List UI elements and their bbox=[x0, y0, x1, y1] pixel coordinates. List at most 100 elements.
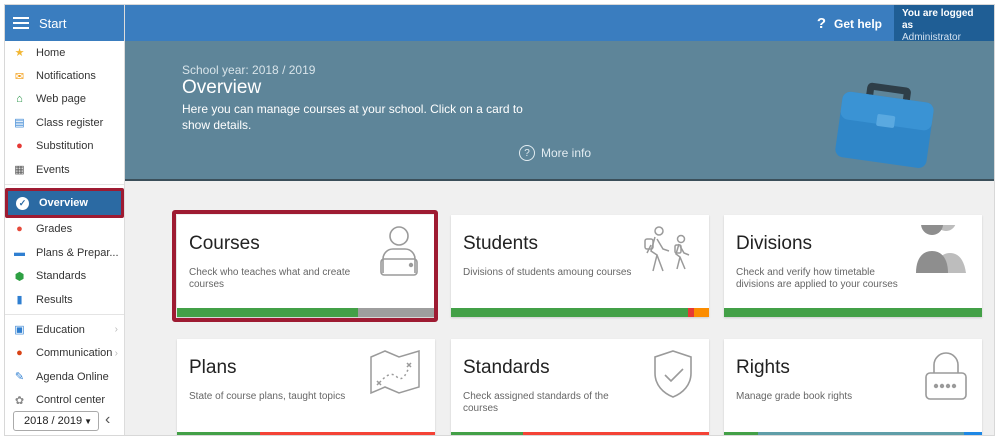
card-plans[interactable]: Plans State of course plans, taught topic… bbox=[177, 339, 435, 435]
page-description: Here you can manage courses at your scho… bbox=[182, 102, 523, 132]
progress-segment bbox=[451, 432, 524, 435]
sidebar-item-overview[interactable]: ✓ Overview bbox=[8, 191, 121, 215]
courses-card-highlight bbox=[172, 210, 438, 322]
card-title: Students bbox=[463, 233, 538, 254]
sidebar-item-standards[interactable]: ⬢ Standards bbox=[5, 265, 124, 288]
school-year-text: School year: 2018 / 2019 bbox=[182, 63, 316, 77]
sidebar-item-education[interactable]: ▣ Education › bbox=[5, 318, 124, 341]
sidebar-item-label: Standards bbox=[36, 270, 87, 283]
card-progress-bar bbox=[451, 308, 709, 317]
students-walking-icon bbox=[643, 225, 695, 282]
sidebar-item-label: Class register bbox=[36, 116, 104, 129]
progress-segment bbox=[693, 308, 709, 317]
more-info-link[interactable]: ? More info bbox=[519, 145, 591, 161]
sidebar-group-courses: ● Grades ▬ Plans & Prepar... ⬢ Standards ▮ Resu… bbox=[5, 218, 124, 312]
sidebar-item-agenda-online[interactable]: ✎ Agenda Online bbox=[5, 365, 124, 388]
sidebar-item-events[interactable]: ▦ Events bbox=[5, 158, 124, 181]
progress-segment bbox=[724, 432, 758, 435]
sidebar-item-label: Grades bbox=[36, 223, 73, 236]
sidebar-item-web-page[interactable]: ⌂ Web page bbox=[5, 88, 124, 111]
card-title: Divisions bbox=[736, 233, 813, 254]
sidebar: Start ★ Home ✉ Notifications ⌂ Web page ▤ Class… bbox=[5, 5, 125, 435]
get-help-button[interactable]: ? Get help bbox=[817, 15, 882, 32]
app-window: Start ★ Home ✉ Notifications ⌂ Web page ▤ Class… bbox=[4, 4, 995, 436]
map-icon bbox=[369, 349, 421, 400]
sidebar-item-label: Communication bbox=[36, 347, 113, 360]
school-year-select[interactable]: 2018 / 2019 ▼ bbox=[13, 411, 99, 431]
sidebar-title: Start bbox=[39, 15, 67, 31]
gear-icon: ✿ bbox=[14, 394, 25, 407]
sidebar-item-label: Events bbox=[36, 163, 70, 176]
card-description: Manage grade book rights bbox=[736, 391, 853, 402]
card-divisions[interactable]: Divisions Check and verify how timetable … bbox=[724, 215, 982, 317]
card-description: Divisions of students amoung courses bbox=[463, 267, 632, 278]
sidebar-item-label: Home bbox=[36, 46, 66, 59]
user-login-info[interactable]: You are logged as Administrator bbox=[894, 5, 994, 43]
progress-segment bbox=[523, 432, 709, 435]
chat-icon: ● bbox=[16, 347, 23, 360]
progress-segment bbox=[451, 308, 689, 317]
progress-segment bbox=[724, 308, 982, 317]
calendar-icon: ▦ bbox=[14, 164, 25, 177]
sidebar-item-control-center[interactable]: ✿ Control center bbox=[5, 388, 124, 411]
sidebar-divider bbox=[5, 314, 124, 316]
sidebar-divider bbox=[5, 184, 124, 186]
progress-segment bbox=[259, 432, 435, 435]
register-icon: ▤ bbox=[14, 117, 25, 130]
question-circle-icon: ? bbox=[519, 145, 535, 161]
sidebar-item-notifications[interactable]: ✉ Notifications bbox=[5, 64, 124, 87]
sidebar-item-class-register[interactable]: ▤ Class register bbox=[5, 111, 124, 134]
briefcase-icon: ▬ bbox=[14, 246, 25, 259]
sidebar-item-label: Overview bbox=[39, 197, 88, 210]
card-rights[interactable]: Rights Manage grade book rights bbox=[724, 339, 982, 435]
card-students[interactable]: Students Divisions of students amoung cou… bbox=[451, 215, 709, 317]
sidebar-group-main: ★ Home ✉ Notifications ⌂ Web page ▤ Class regis… bbox=[5, 41, 124, 181]
bar-chart-icon: ▮ bbox=[16, 294, 23, 307]
sidebar-header[interactable]: Start bbox=[5, 5, 124, 41]
card-description: Check and verify how timetable divisions… bbox=[736, 267, 898, 290]
card-title: Plans bbox=[189, 357, 237, 378]
chevron-right-icon: › bbox=[114, 347, 118, 359]
sidebar-item-label: Education bbox=[36, 323, 85, 336]
active-item-highlight: ✓ Overview bbox=[5, 188, 124, 218]
shield-check-icon bbox=[651, 349, 695, 404]
home-icon: ⌂ bbox=[16, 93, 23, 106]
card-title: Standards bbox=[463, 357, 550, 378]
check-circle-icon: ✓ bbox=[16, 196, 29, 210]
chevron-right-icon: › bbox=[114, 324, 118, 336]
sidebar-item-communication[interactable]: ● Communication › bbox=[5, 342, 124, 365]
sidebar-group-other: ▣ Education › ● Communication › ✎ Agenda Online… bbox=[5, 318, 124, 412]
progress-segment bbox=[757, 432, 964, 435]
overview-banner: School year: 2018 / 2019 Overview Here y… bbox=[125, 41, 994, 181]
card-standards[interactable]: Standards Check assigned standards of the… bbox=[451, 339, 709, 435]
hamburger-menu-icon[interactable] bbox=[13, 17, 29, 29]
sidebar-item-label: Agenda Online bbox=[36, 370, 109, 383]
person-icon: ● bbox=[16, 140, 23, 153]
get-help-label: Get help bbox=[833, 16, 882, 31]
card-description: State of course plans, taught topics bbox=[189, 391, 346, 402]
school-year-value: 2018 / 2019 bbox=[24, 415, 83, 427]
card-title: Rights bbox=[736, 357, 790, 378]
sidebar-item-label: Control center bbox=[36, 394, 106, 407]
grades-icon: ● bbox=[16, 223, 23, 236]
education-icon: ▣ bbox=[14, 324, 25, 337]
sidebar-item-plans-prepar[interactable]: ▬ Plans & Prepar... bbox=[5, 241, 124, 264]
collapse-sidebar-icon[interactable]: ‹ bbox=[105, 411, 110, 429]
shield-icon: ⬢ bbox=[14, 270, 25, 283]
sidebar-item-results[interactable]: ▮ Results bbox=[5, 288, 124, 311]
sidebar-item-label: Plans & Prepar... bbox=[36, 246, 119, 259]
card-progress-bar bbox=[724, 432, 982, 435]
sidebar-item-home[interactable]: ★ Home bbox=[5, 41, 124, 64]
top-bar: ? Get help You are logged as Administrat… bbox=[125, 5, 994, 43]
padlock-icon bbox=[924, 349, 968, 408]
sidebar-item-label: Web page bbox=[36, 93, 86, 106]
card-description: Check assigned standards of the courses bbox=[463, 391, 609, 414]
progress-segment bbox=[177, 432, 260, 435]
more-info-label: More info bbox=[541, 146, 592, 160]
sidebar-item-substitution[interactable]: ● Substitution bbox=[5, 135, 124, 158]
dropdown-arrow-icon: ▼ bbox=[84, 416, 92, 426]
people-silhouette-icon bbox=[916, 215, 968, 278]
envelope-icon: ✉ bbox=[14, 70, 25, 83]
star-icon: ★ bbox=[14, 47, 25, 60]
sidebar-item-grades[interactable]: ● Grades bbox=[5, 218, 124, 241]
